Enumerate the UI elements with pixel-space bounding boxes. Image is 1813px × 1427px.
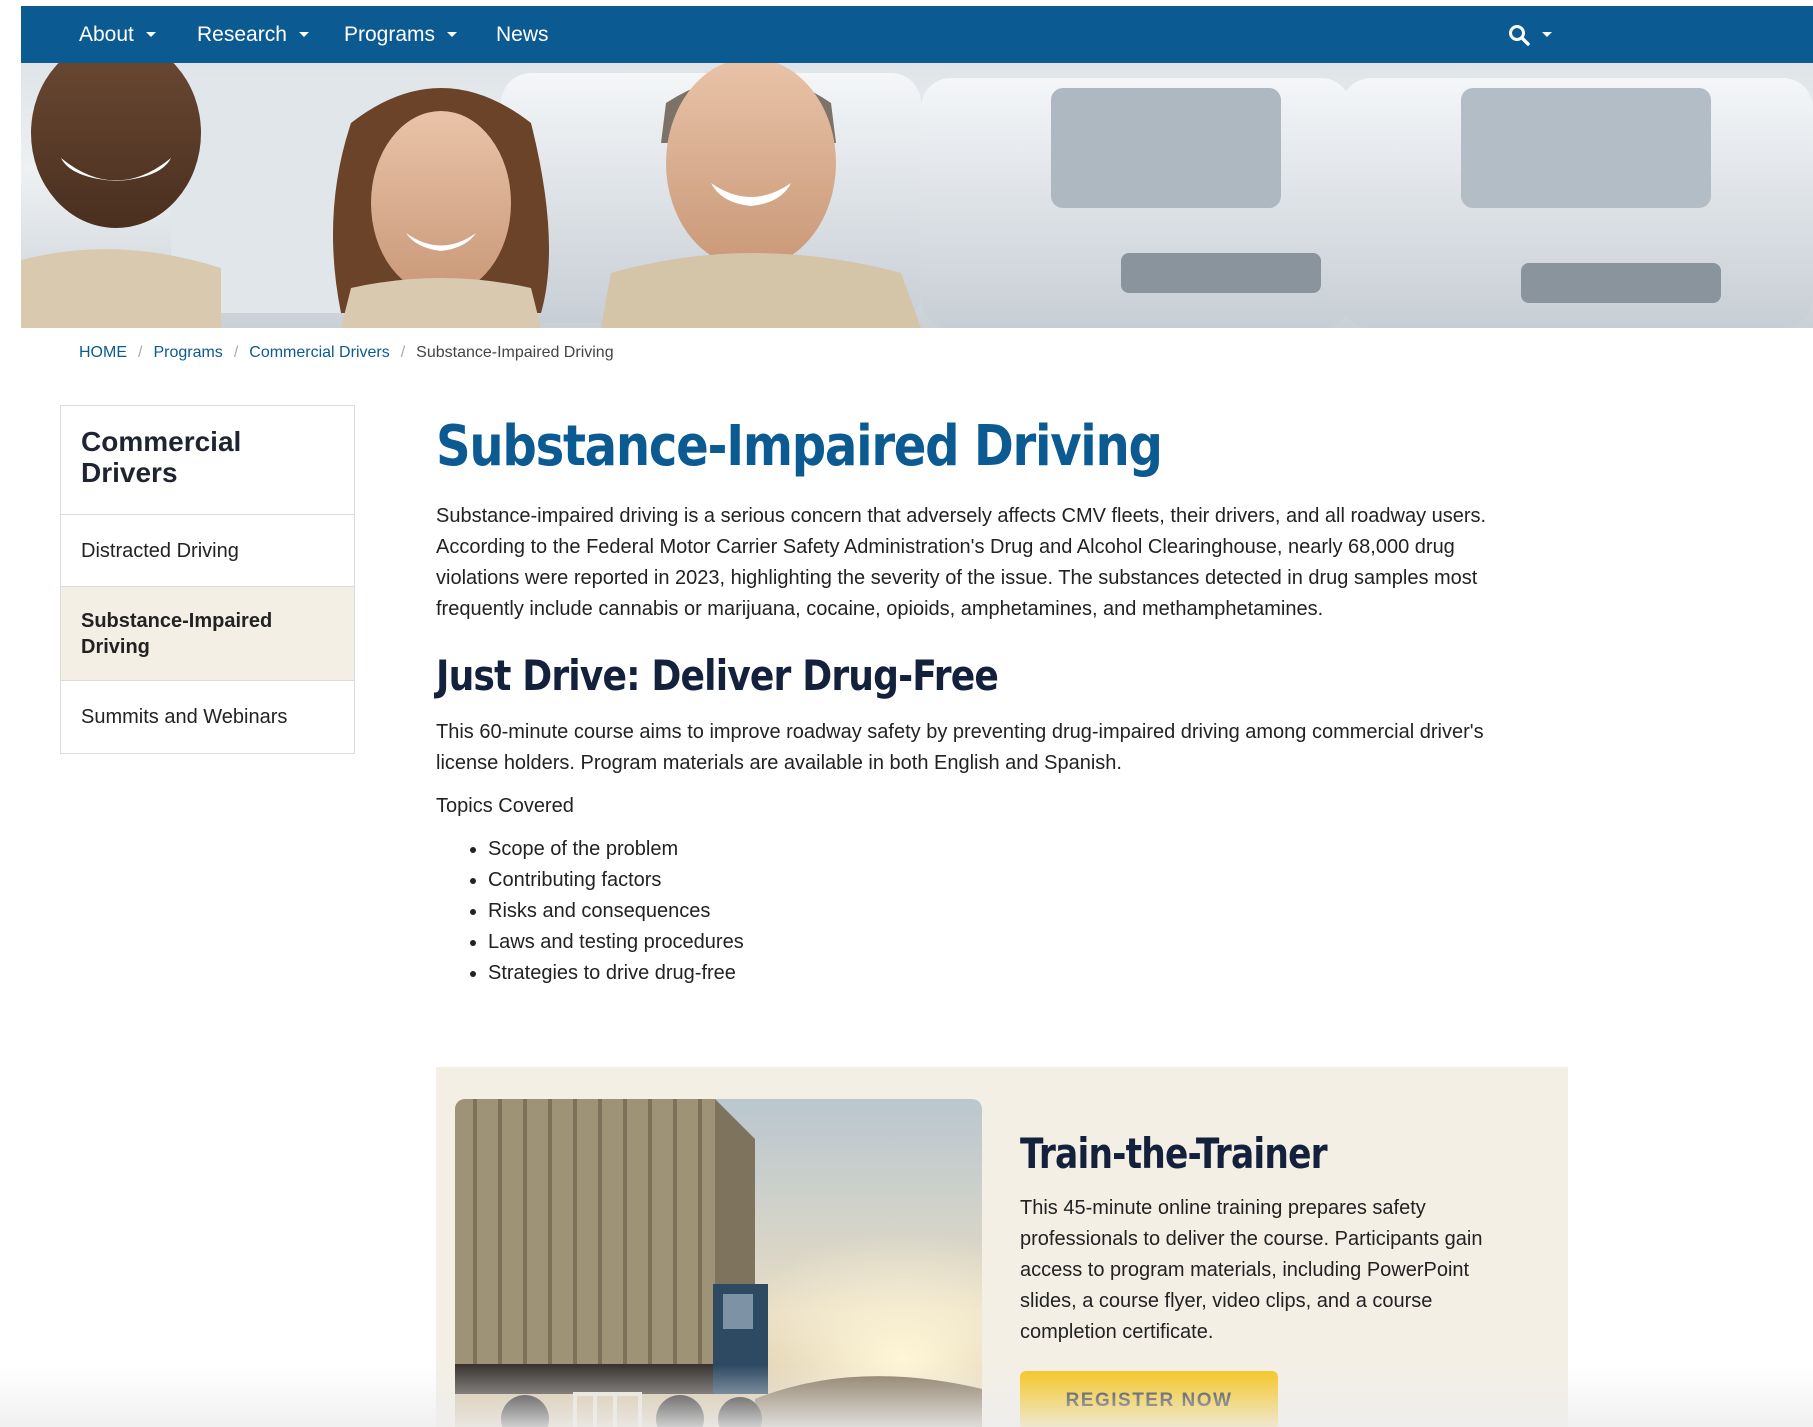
breadcrumb-home[interactable]: HOME <box>79 344 127 362</box>
breadcrumb-separator: / <box>233 344 239 361</box>
nav-about-label: About <box>79 22 134 46</box>
sidebar-item-label: Summits and Webinars <box>81 706 288 728</box>
nav-news[interactable]: News <box>496 6 549 63</box>
page: About Research Programs News HOME / Prog… <box>21 6 1813 1427</box>
topics-label: Topics Covered <box>436 795 574 817</box>
breadcrumb-separator: / <box>400 344 406 361</box>
sidebar-item-label: Substance-Impaired Driving <box>81 609 273 658</box>
breadcrumb: HOME / Programs / Commercial Drivers / S… <box>79 344 614 362</box>
search-icon <box>1508 24 1530 46</box>
sidebar-item-substance-impaired-driving[interactable]: Substance-Impaired Driving <box>61 587 354 681</box>
list-item: Contributing factors <box>488 865 1586 896</box>
breadcrumb-commercial-drivers[interactable]: Commercial Drivers <box>249 344 389 362</box>
sidebar-item-distracted-driving[interactable]: Distracted Driving <box>61 515 354 587</box>
sidebar-title: Commercial Drivers <box>61 406 354 515</box>
page-title: Substance-Impaired Driving <box>436 414 1163 479</box>
breadcrumb-programs[interactable]: Programs <box>153 344 222 362</box>
chevron-down-icon <box>298 32 309 37</box>
breadcrumb-separator: / <box>138 344 143 361</box>
breadcrumb-current: Substance-Impaired Driving <box>416 344 614 361</box>
search-toggle[interactable] <box>1508 6 1552 63</box>
course-description: This 60-minute course aims to improve ro… <box>436 721 1484 774</box>
intro-paragraph: Substance-impaired driving is a serious … <box>436 505 1487 620</box>
main-content: Substance-Impaired Driving Substance-imp… <box>436 411 1586 989</box>
nav-news-label: News <box>496 22 549 46</box>
chevron-down-icon <box>447 32 458 37</box>
topics-list: Scope of the problem Contributing factor… <box>436 834 1586 989</box>
section-title: Just Drive: Deliver Drug-Free <box>436 651 999 700</box>
sidebar-item-summits-and-webinars[interactable]: Summits and Webinars <box>61 681 354 753</box>
chevron-down-icon <box>145 32 156 37</box>
register-now-button[interactable]: REGISTER NOW <box>1020 1371 1278 1427</box>
list-item: Risks and consequences <box>488 896 1586 927</box>
card-text: This 45-minute online training prepares … <box>1020 1197 1483 1343</box>
list-item: Laws and testing procedures <box>488 927 1586 958</box>
list-item: Scope of the problem <box>488 834 1586 865</box>
chevron-down-icon <box>1542 32 1552 37</box>
nav-programs[interactable]: Programs <box>344 6 458 63</box>
hero-image <box>21 63 1813 328</box>
card-body: Train-the-Trainer This 45-minute online … <box>1020 1127 1520 1348</box>
train-the-trainer-card: Train-the-Trainer This 45-minute online … <box>436 1067 1568 1427</box>
card-title: Train-the-Trainer <box>1020 1129 1328 1178</box>
sidebar-item-label: Distracted Driving <box>81 539 239 562</box>
list-item: Strategies to drive drug-free <box>488 958 1586 989</box>
nav-programs-label: Programs <box>344 22 436 46</box>
nav-research[interactable]: Research <box>197 6 309 63</box>
top-navigation: About Research Programs News <box>21 6 1813 63</box>
nav-research-label: Research <box>197 22 287 46</box>
truck-image <box>455 1099 982 1427</box>
nav-about[interactable]: About <box>79 6 156 63</box>
sidebar: Commercial Drivers Distracted Driving Su… <box>60 405 355 754</box>
